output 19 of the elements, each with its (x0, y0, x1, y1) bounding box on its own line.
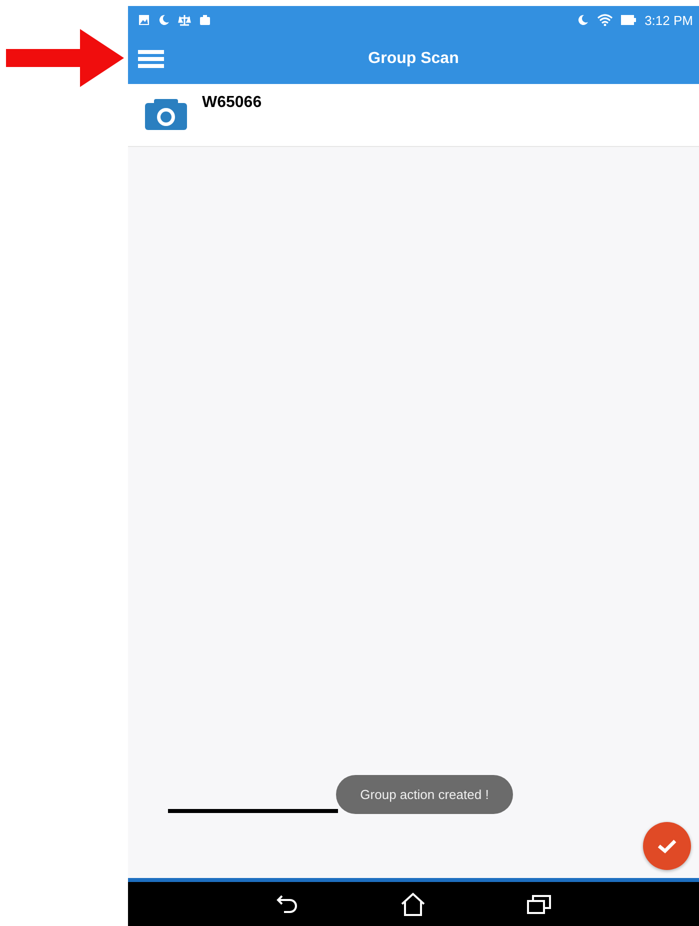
clipboard-icon (199, 14, 211, 26)
camera-icon (144, 98, 188, 132)
recent-apps-icon[interactable] (526, 893, 552, 915)
image-icon (138, 14, 150, 26)
back-icon[interactable] (276, 893, 300, 915)
status-time: 3:12 PM (644, 12, 693, 28)
menu-icon (138, 50, 164, 68)
confirm-button[interactable] (643, 822, 691, 870)
app-title: Group Scan (368, 50, 459, 68)
home-icon[interactable] (400, 892, 426, 916)
moon-icon (576, 14, 589, 26)
check-icon (657, 838, 677, 854)
wifi-icon (596, 14, 613, 26)
item-label: W65066 (202, 94, 262, 112)
battery-icon (620, 14, 637, 26)
scale-icon (178, 14, 191, 26)
moon-icon (158, 14, 170, 26)
toast-message: Group action created ! (336, 775, 513, 814)
menu-button[interactable] (136, 47, 166, 71)
